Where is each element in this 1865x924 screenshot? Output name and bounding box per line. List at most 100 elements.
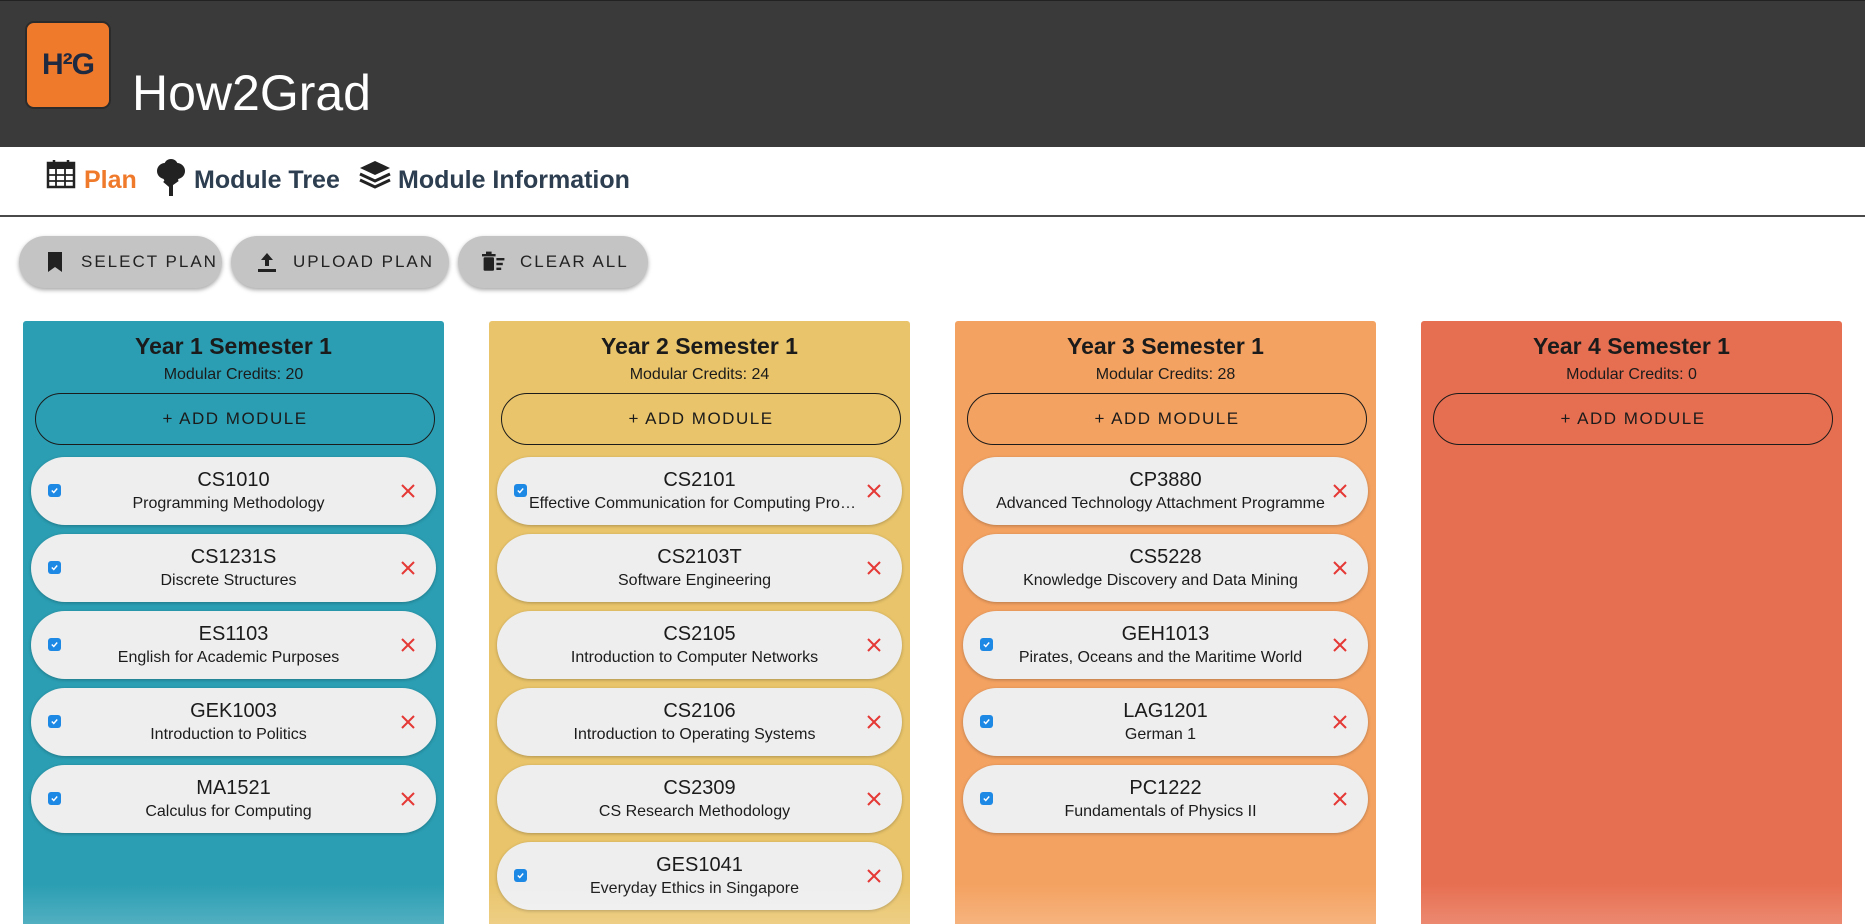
remove-module-icon[interactable] xyxy=(864,635,884,655)
semester-title: Year 1 Semester 1 xyxy=(135,333,332,359)
delete-sweep-icon xyxy=(482,250,506,274)
tab-module-tree[interactable]: Module Tree xyxy=(154,159,340,197)
module-code: CS2103T xyxy=(657,546,742,568)
module-checkbox[interactable] xyxy=(514,869,527,882)
column-fade xyxy=(955,884,1376,924)
module-code: MA1521 xyxy=(196,777,271,799)
add-module-button[interactable]: + ADD MODULE xyxy=(35,393,435,445)
select-plan-button[interactable]: SELECT PLAN xyxy=(19,236,222,288)
module-code: CS1010 xyxy=(197,469,270,491)
module-name: Advanced Technology Attachment Programme xyxy=(996,495,1325,512)
select-plan-label: SELECT PLAN xyxy=(81,252,218,271)
tab-plan-label: Plan xyxy=(84,166,137,194)
module-name: Introduction to Computer Networks xyxy=(570,649,819,666)
module-checkbox[interactable] xyxy=(980,715,993,728)
column-fade xyxy=(1421,884,1842,924)
clear-all-label: CLEAR ALL xyxy=(520,252,629,271)
app-header: H²G How2Grad xyxy=(0,0,1865,147)
module-card[interactable]: ES1103 English for Academic Purposes xyxy=(31,611,436,679)
upload-plan-button[interactable]: UPLOAD PLAN xyxy=(231,236,449,288)
module-card[interactable]: CS2103T Software Engineering xyxy=(497,534,902,602)
module-checkbox[interactable] xyxy=(48,561,61,574)
module-card[interactable]: CS1010 Programming Methodology xyxy=(31,457,436,525)
remove-module-icon[interactable] xyxy=(864,712,884,732)
tab-module-information-label: Module Information xyxy=(398,166,630,194)
tree-icon xyxy=(154,159,188,197)
module-checkbox[interactable] xyxy=(48,638,61,651)
module-card[interactable]: GEH1013 Pirates, Oceans and the Maritime … xyxy=(963,611,1368,679)
module-card[interactable]: GEK1003 Introduction to Politics xyxy=(31,688,436,756)
tab-module-information[interactable]: Module Information xyxy=(358,159,630,197)
module-name: Fundamentals of Physics II xyxy=(1064,803,1257,820)
module-code: PC1222 xyxy=(1129,777,1202,799)
module-checkbox[interactable] xyxy=(48,792,61,805)
remove-module-icon[interactable] xyxy=(864,558,884,578)
module-checkbox[interactable] xyxy=(980,638,993,651)
remove-module-icon[interactable] xyxy=(398,712,418,732)
tab-plan[interactable]: Plan xyxy=(44,159,137,197)
remove-module-icon[interactable] xyxy=(864,481,884,501)
module-checkbox[interactable] xyxy=(48,484,61,497)
module-code: GEH1013 xyxy=(1121,623,1210,645)
semester-title: Year 4 Semester 1 xyxy=(1533,333,1730,359)
clear-all-button[interactable]: CLEAR ALL xyxy=(458,236,648,288)
calendar-icon xyxy=(44,159,78,197)
module-code: GEK1003 xyxy=(190,700,277,722)
layers-icon xyxy=(358,159,392,197)
remove-module-icon[interactable] xyxy=(1330,712,1350,732)
module-name: CS Research Methodology xyxy=(598,803,791,820)
module-code: CS2106 xyxy=(663,700,736,722)
add-module-button[interactable]: + ADD MODULE xyxy=(1433,393,1833,445)
column-fade xyxy=(23,884,444,924)
module-checkbox[interactable] xyxy=(514,484,527,497)
upload-plan-label: UPLOAD PLAN xyxy=(293,252,435,271)
app-logo[interactable]: H²G xyxy=(25,21,111,109)
module-checkbox[interactable] xyxy=(48,715,61,728)
module-name: Effective Communication for Computing Pr… xyxy=(529,495,860,512)
remove-module-icon[interactable] xyxy=(864,866,884,886)
modular-credits: Modular Credits: 0 xyxy=(1566,366,1697,383)
module-code: CP3880 xyxy=(1129,469,1202,491)
main-nav: Plan Module Tree Module Information xyxy=(0,147,1865,217)
module-card[interactable]: CP3880 Advanced Technology Attachment Pro… xyxy=(963,457,1368,525)
semester-column: Year 4 Semester 1 Modular Credits: 0 + ADD… xyxy=(1421,321,1842,924)
module-card[interactable]: CS2105 Introduction to Computer Networks xyxy=(497,611,902,679)
add-module-button[interactable]: + ADD MODULE xyxy=(967,393,1367,445)
semester-column: Year 1 Semester 1 Modular Credits: 20 + AD… xyxy=(23,321,444,924)
module-code: CS2309 xyxy=(663,777,736,799)
remove-module-icon[interactable] xyxy=(864,789,884,809)
remove-module-icon[interactable] xyxy=(1330,481,1350,501)
column-fade xyxy=(489,884,910,924)
module-card[interactable]: PC1222 Fundamentals of Physics II xyxy=(963,765,1368,833)
module-card[interactable]: CS5228 Knowledge Discovery and Data Minin… xyxy=(963,534,1368,602)
module-code: CS1231S xyxy=(190,546,277,568)
module-name: Software Engineering xyxy=(618,572,771,589)
module-card[interactable]: CS2101 Effective Communication for Comput… xyxy=(497,457,902,525)
module-name: German 1 xyxy=(1124,726,1197,743)
modular-credits: Modular Credits: 28 xyxy=(1095,366,1236,383)
remove-module-icon[interactable] xyxy=(398,558,418,578)
semester-column: Year 3 Semester 1 Modular Credits: 28 + AD… xyxy=(955,321,1376,924)
module-card[interactable]: MA1521 Calculus for Computing xyxy=(31,765,436,833)
semester-column: Year 2 Semester 1 Modular Credits: 24 + AD… xyxy=(489,321,910,924)
module-name: Calculus for Computing xyxy=(145,803,312,820)
module-code: CS2105 xyxy=(663,623,736,645)
remove-module-icon[interactable] xyxy=(398,789,418,809)
add-module-button[interactable]: + ADD MODULE xyxy=(501,393,901,445)
module-card[interactable]: CS2106 Introduction to Operating Systems xyxy=(497,688,902,756)
module-card[interactable]: CS2309 CS Research Methodology xyxy=(497,765,902,833)
module-code: CS5228 xyxy=(1129,546,1202,568)
remove-module-icon[interactable] xyxy=(398,635,418,655)
semester-title: Year 3 Semester 1 xyxy=(1067,333,1264,359)
module-card[interactable]: LAG1201 German 1 xyxy=(963,688,1368,756)
module-name: Pirates, Oceans and the Maritime World xyxy=(1018,649,1303,666)
remove-module-icon[interactable] xyxy=(398,481,418,501)
module-card[interactable]: CS1231S Discrete Structures xyxy=(31,534,436,602)
remove-module-icon[interactable] xyxy=(1330,558,1350,578)
semester-title: Year 2 Semester 1 xyxy=(601,333,798,359)
module-code: LAG1201 xyxy=(1123,700,1208,722)
remove-module-icon[interactable] xyxy=(1330,789,1350,809)
module-code: CS2101 xyxy=(663,469,736,491)
module-checkbox[interactable] xyxy=(980,792,993,805)
remove-module-icon[interactable] xyxy=(1330,635,1350,655)
